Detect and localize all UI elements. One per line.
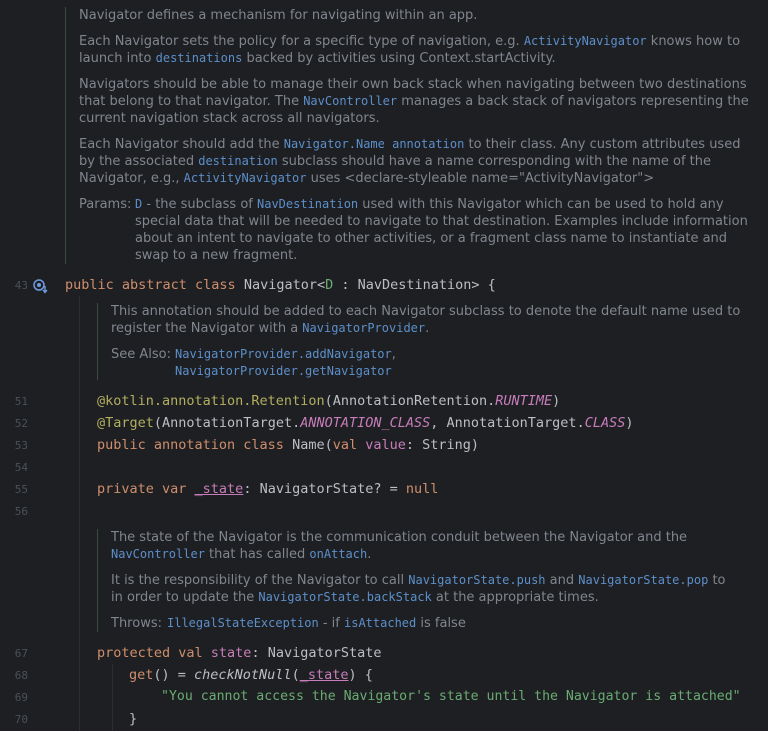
throws-label: Throws: — [111, 616, 162, 631]
params-label: Params: — [79, 197, 132, 212]
doc-link[interactable]: NavController — [111, 547, 205, 561]
line-number: 70 — [14, 713, 28, 726]
indent-guide — [79, 296, 80, 731]
code-line-53: public annotation class Name(val value: … — [97, 437, 480, 453]
doc-link[interactable]: Navigator.Name annotation — [284, 137, 465, 151]
doc-link[interactable]: ActivityNavigator — [524, 34, 647, 48]
line-number: 67 — [14, 647, 28, 660]
doc-link[interactable]: destinations — [156, 51, 243, 65]
doc-paragraph: Navigator defines a mechanism for naviga… — [79, 8, 478, 23]
line-number: 54 — [14, 461, 28, 474]
line-number: 55 — [14, 483, 28, 496]
line-number: 43 — [14, 279, 28, 292]
see-also-label: See Also: — [111, 347, 171, 362]
doc-paragraph: It is the responsibility of the Navigato… — [111, 573, 726, 605]
doc-link[interactable]: NavigatorState.push — [408, 573, 545, 587]
line-number: 52 — [14, 417, 28, 430]
editor-gutter — [0, 0, 55, 731]
code-line-52: @Target(AnnotationTarget.ANNOTATION_CLAS… — [97, 415, 634, 431]
code-line-55: private var _state: NavigatorState? = nu… — [97, 481, 439, 497]
code-line-43: public abstract class Navigator<D : NavD… — [65, 277, 496, 293]
indent-guide — [112, 664, 113, 731]
doc-params: Params: D - the subclass of NavDestinati… — [79, 197, 748, 263]
doc-paragraph: Navigators should be able to manage thei… — [79, 77, 749, 126]
doc-see-also: See Also: NavigatorProvider.addNavigator… — [111, 347, 396, 378]
code-line-68: get() = checkNotNull(_state) { — [129, 667, 373, 683]
doc-comment-state: The state of the Navigator is the commun… — [97, 529, 741, 632]
doc-link[interactable]: ActivityNavigator — [184, 171, 307, 185]
line-number: 53 — [14, 439, 28, 452]
doc-paragraph: The state of the Navigator is the commun… — [111, 530, 688, 562]
doc-link[interactable]: destination — [198, 154, 277, 168]
doc-comment-navigator: Navigator defines a mechanism for naviga… — [65, 7, 749, 264]
doc-link[interactable]: NavigatorState.backStack — [258, 590, 431, 604]
doc-link[interactable]: NavigatorProvider.addNavigator — [175, 347, 392, 361]
line-number: 68 — [14, 669, 28, 682]
implementations-gutter-icon[interactable] — [32, 278, 50, 294]
doc-link[interactable]: isAttached — [344, 616, 416, 630]
doc-link[interactable]: IllegalStateException — [167, 616, 319, 630]
doc-comment-name: This annotation should be added to each … — [97, 303, 741, 380]
doc-link[interactable]: NavigatorProvider — [302, 321, 425, 335]
line-number: 56 — [14, 505, 28, 518]
line-number: 69 — [14, 691, 28, 704]
doc-paragraph: This annotation should be added to each … — [111, 304, 741, 336]
line-number: 51 — [14, 395, 28, 408]
doc-link[interactable]: NavController — [303, 94, 397, 108]
doc-link[interactable]: onAttach — [309, 547, 367, 561]
code-line-51: @kotlin.annotation.Retention(AnnotationR… — [97, 393, 561, 409]
doc-paragraph: Each Navigator should add the Navigator.… — [79, 137, 741, 186]
doc-link[interactable]: NavDestination — [257, 197, 358, 211]
doc-link[interactable]: NavigatorState.pop — [578, 573, 708, 587]
code-line-69: "You cannot access the Navigator's state… — [161, 689, 741, 704]
code-line-70: } — [129, 711, 138, 727]
doc-link[interactable]: NavigatorProvider.getNavigator — [175, 364, 392, 378]
code-line-67: protected val state: NavigatorState — [97, 645, 382, 661]
doc-paragraph: Each Navigator sets the policy for a spe… — [79, 34, 741, 66]
doc-throws: Throws: IllegalStateException - if isAtt… — [111, 616, 466, 631]
